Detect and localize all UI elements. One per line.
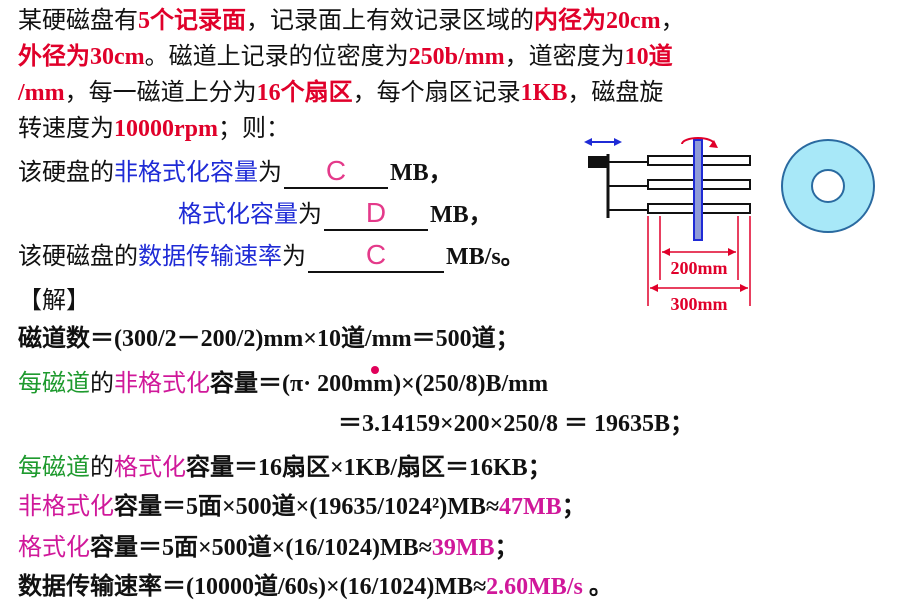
problem-line-1: 某硬磁盘有5个记录面，记录面上有效记录区域的内径为20cm，	[18, 6, 685, 34]
solution-formatted-total: 格式化容量＝5面×500道×(16/1024)MB≈39MB；	[18, 533, 519, 561]
answer-blank-3: C	[308, 239, 444, 273]
solution-transfer-rate: 数据传输速率＝(10000道/60s)×(16/1024)MB≈2.60MB/s…	[18, 574, 613, 600]
problem-line-3: /mm，每一磁道上分为16个扇区，每个扇区记录1KB，磁盘旋	[18, 78, 664, 106]
question-transfer-rate: 该硬磁盘的数据传输速率为 C MB/s。	[18, 239, 525, 273]
disk-stack-diagram: 200mm 300mm	[584, 137, 875, 314]
pointer-dot	[371, 366, 379, 374]
solution-track-formatted: 每磁道的格式化容量＝16扇区×1KB/扇区＝16KB；	[18, 453, 552, 481]
platter-top-view	[781, 139, 875, 233]
solution-track-unformatted: 每磁道的非格式化容量＝(π· 200mm)×(250/8)B/mm	[18, 369, 549, 397]
solution-unformatted-total: 非格式化容量＝5面×500道×(19635/1024²)MB≈47MB；	[18, 492, 586, 520]
lateral-arrow-icon	[584, 138, 622, 146]
question-formatted-capacity: 格式化容量为 D MB，	[178, 197, 493, 231]
problem-line-4: 转速度为10000rpm；则：	[18, 114, 290, 142]
solution-header: 【解】	[18, 286, 90, 314]
solution-track-count: 磁道数＝(300/2－200/2)mm×10道/mm＝500道；	[18, 326, 520, 352]
answer-blank-1: C	[284, 155, 388, 189]
answer-blank-2: D	[324, 197, 428, 231]
inner-diameter-label: 200mm	[671, 258, 728, 278]
question-unformatted-capacity: 该硬盘的非格式化容量为 C MB，	[18, 155, 453, 189]
solution-track-unformatted-calc: ＝3.14159×200×250/8 ＝ 19635B；	[338, 411, 695, 437]
problem-line-2: 外径为30cm。磁道上记录的位密度为250b/mm，道密度为10道	[18, 42, 673, 70]
outer-diameter-label: 300mm	[671, 294, 728, 314]
